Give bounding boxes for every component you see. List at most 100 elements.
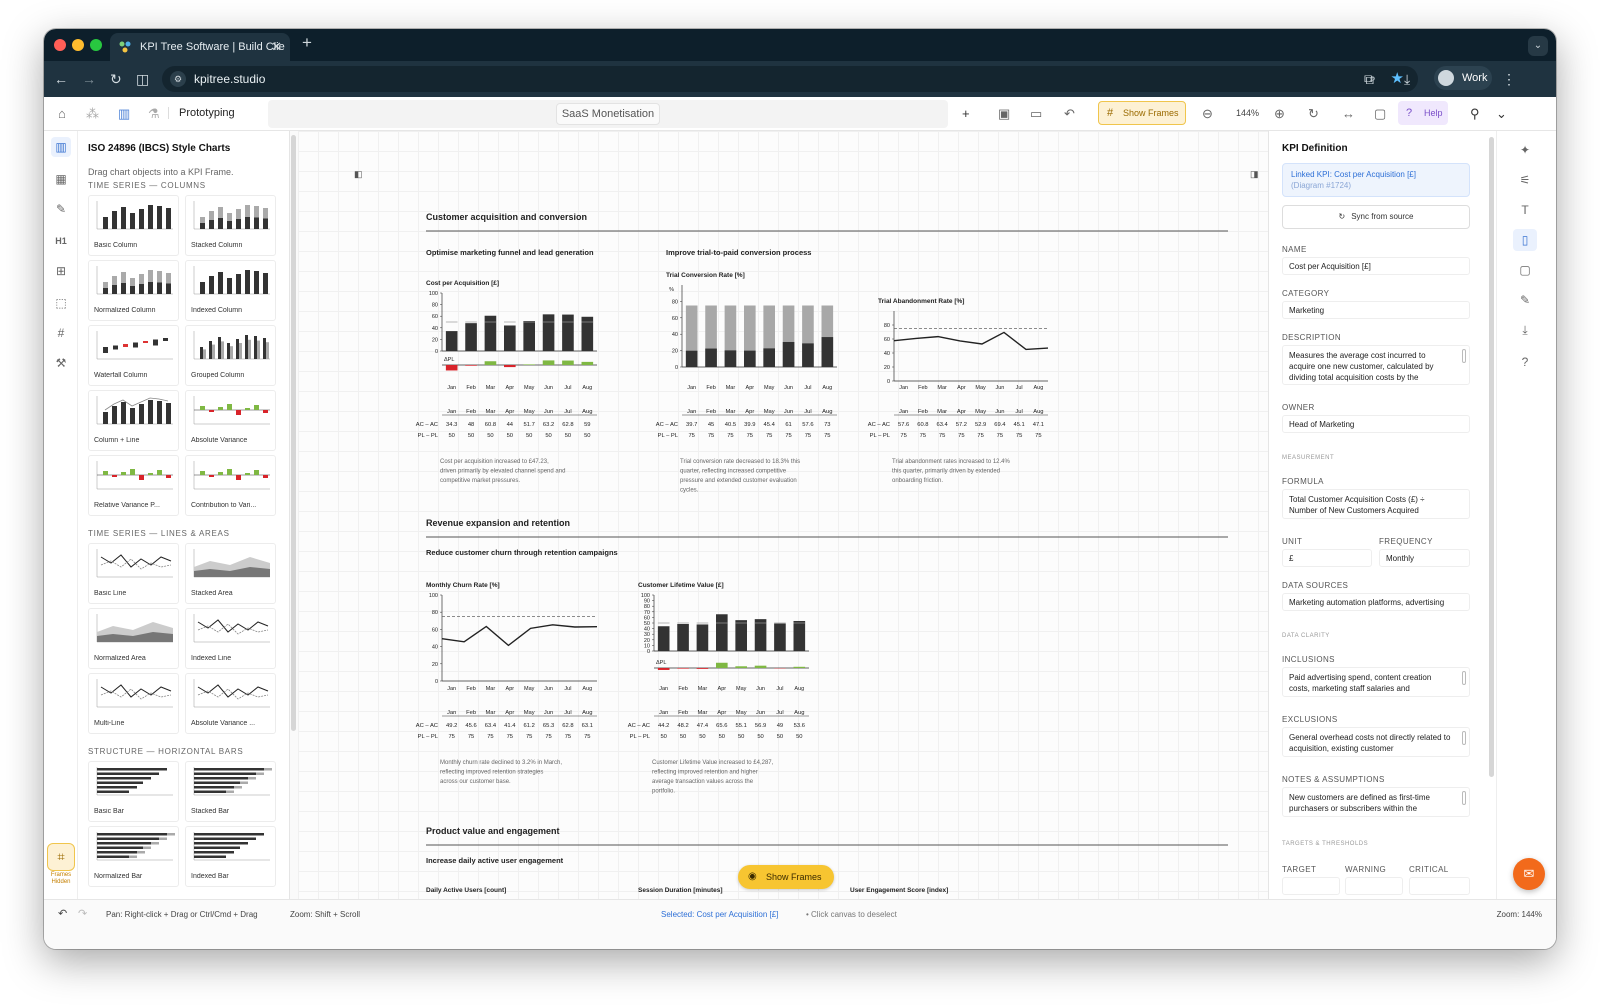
- chart-template-card[interactable]: Indexed Bar: [185, 826, 276, 887]
- panel-scrollbar[interactable]: [1488, 131, 1496, 899]
- chart-template-card[interactable]: Absolute Variance: [185, 390, 276, 451]
- name-field[interactable]: Cost per Acquisition [£]: [1282, 257, 1470, 275]
- comments-panel-icon[interactable]: ✎: [51, 199, 71, 219]
- frame-panel-icon[interactable]: #: [51, 323, 71, 343]
- exclusions-field[interactable]: General overhead costs not directly rela…: [1282, 727, 1470, 757]
- sidebar-toggle-icon[interactable]: ◫: [136, 71, 149, 87]
- new-tab-icon[interactable]: +: [302, 33, 312, 53]
- chart-template-card[interactable]: Column + Line: [88, 390, 179, 451]
- show-frames-button[interactable]: # Show Frames: [1098, 101, 1186, 125]
- grid-panel-icon[interactable]: ⊞: [51, 261, 71, 281]
- chart-template-card[interactable]: Stacked Bar: [185, 761, 276, 822]
- notes-edit-icon[interactable]: ✎: [1513, 289, 1537, 311]
- save-icon[interactable]: ▣: [998, 105, 1010, 123]
- chart-template-card[interactable]: Normalized Area: [88, 608, 179, 669]
- zoom-in-icon[interactable]: ⊕: [1274, 105, 1285, 123]
- chart-template-card[interactable]: Basic Column: [88, 195, 179, 256]
- chart-template-card[interactable]: Multi-Line: [88, 673, 179, 734]
- tree-icon[interactable]: ⁂: [86, 105, 99, 123]
- tools-panel-icon[interactable]: ⚒: [51, 353, 71, 373]
- canvas[interactable]: Customer acquisition and conversion Reven…: [298, 131, 1268, 899]
- chart-template-card[interactable]: Waterfall Column: [88, 325, 179, 386]
- table-panel-icon[interactable]: ▦: [51, 169, 71, 189]
- inclusions-field[interactable]: Paid advertising spend, content creation…: [1282, 667, 1470, 697]
- chart-template-card[interactable]: Normalized Column: [88, 260, 179, 321]
- critical-field[interactable]: [1409, 877, 1470, 895]
- status-undo-icon[interactable]: ↶: [58, 907, 67, 920]
- user-menu-chevron-icon[interactable]: ⌄: [1496, 105, 1507, 123]
- back-icon[interactable]: ←: [54, 71, 68, 87]
- user-icon[interactable]: ⚲: [1470, 105, 1480, 123]
- charts-panel-icon[interactable]: ▥: [51, 137, 71, 157]
- fit-width-icon[interactable]: ↔: [1342, 105, 1355, 123]
- chart-template-card[interactable]: Indexed Column: [185, 260, 276, 321]
- project-name[interactable]: Prototyping: [168, 107, 235, 119]
- ai-sparkle-icon[interactable]: ✦: [1513, 139, 1537, 161]
- site-info-icon[interactable]: ⚙: [170, 71, 186, 87]
- home-icon[interactable]: ⌂: [58, 105, 66, 123]
- comment-icon[interactable]: ▢: [1513, 259, 1537, 281]
- chart-template-card[interactable]: Contribution to Vari...: [185, 455, 276, 516]
- tab-search-icon[interactable]: ⌄: [1528, 36, 1548, 56]
- formula-field[interactable]: Total Customer Acquisition Costs (£) ÷ N…: [1282, 489, 1470, 519]
- chart-template-card[interactable]: Stacked Column: [185, 195, 276, 256]
- status-redo-icon[interactable]: ↷: [78, 907, 87, 920]
- profile-button[interactable]: Work: [1434, 66, 1492, 90]
- notes-field[interactable]: New customers are defined as first-time …: [1282, 787, 1470, 817]
- frequency-select[interactable]: Monthly: [1379, 549, 1470, 567]
- kpi-definition-book-icon[interactable]: ▯: [1513, 229, 1537, 251]
- forward-icon[interactable]: →: [82, 71, 96, 87]
- settings-sliders-icon[interactable]: ⚟: [1513, 169, 1537, 191]
- chart-template-card[interactable]: Absolute Variance ...: [185, 673, 276, 734]
- linked-kpi-box[interactable]: Linked KPI: Cost per Acquisition [£] (Dia…: [1282, 163, 1470, 197]
- category-field[interactable]: Marketing: [1282, 301, 1470, 319]
- flask-icon[interactable]: ⚗: [148, 105, 160, 123]
- layout-panel-icon[interactable]: ⬚: [51, 293, 71, 313]
- chart-template-card[interactable]: Relative Variance P...: [88, 455, 179, 516]
- help-circle-icon[interactable]: ?: [1513, 351, 1537, 373]
- browser-tab[interactable]: KPI Tree Software | Build Clie ✕: [110, 33, 290, 61]
- owner-field[interactable]: Head of Marketing: [1282, 415, 1470, 433]
- library-scrollbar[interactable]: [290, 131, 298, 899]
- reload-icon[interactable]: ↻: [110, 71, 122, 87]
- open-folder-icon[interactable]: ▭: [1030, 105, 1042, 123]
- target-field[interactable]: [1282, 877, 1340, 895]
- sync-from-source-button[interactable]: ↻ Sync from source: [1282, 205, 1470, 229]
- description-field[interactable]: Measures the average cost incurred to ac…: [1282, 345, 1470, 385]
- floating-show-frames-button[interactable]: ◉ Show Frames: [738, 865, 834, 889]
- undo-icon[interactable]: ↶: [1064, 105, 1075, 123]
- unit-field[interactable]: £: [1282, 549, 1372, 567]
- chart-template-card[interactable]: Normalized Bar: [88, 826, 179, 887]
- browser-menu-icon[interactable]: ⋮: [1502, 71, 1516, 87]
- chart-template-card[interactable]: Indexed Line: [185, 608, 276, 669]
- zoom-out-icon[interactable]: ⊖: [1202, 105, 1213, 123]
- extensions-icon[interactable]: ⧉: [1364, 71, 1374, 87]
- chart-template-card[interactable]: Basic Line: [88, 543, 179, 604]
- reset-zoom-icon[interactable]: ↻: [1308, 105, 1319, 123]
- y-tick-label: 70: [644, 610, 650, 616]
- chart-template-card[interactable]: Basic Bar: [88, 761, 179, 822]
- export-download-icon[interactable]: ⤓: [1513, 319, 1537, 341]
- close-window-button[interactable]: [54, 39, 66, 51]
- text-icon[interactable]: T: [1513, 199, 1537, 221]
- chart-mode-icon[interactable]: ▥: [118, 105, 130, 123]
- add-icon[interactable]: +: [962, 105, 970, 123]
- chart-template-card[interactable]: Stacked Area: [185, 543, 276, 604]
- chat-support-button[interactable]: ✉: [1513, 858, 1545, 890]
- bookmark-star-icon[interactable]: ★: [1391, 69, 1404, 87]
- table-cell: 50: [526, 433, 532, 439]
- url-field[interactable]: ⚙ kpitree.studio ⌕ ★: [162, 66, 1418, 92]
- close-tab-icon[interactable]: ✕: [271, 33, 282, 61]
- document-name[interactable]: SaaS Monetisation: [556, 103, 660, 125]
- minimize-window-button[interactable]: [72, 39, 84, 51]
- zoom-hint: Zoom: Shift + Scroll: [290, 910, 361, 919]
- downloads-icon[interactable]: ⤓: [1404, 71, 1410, 87]
- maximize-window-button[interactable]: [90, 39, 102, 51]
- heading-panel-icon[interactable]: H1: [51, 231, 71, 251]
- fullscreen-icon[interactable]: ▢: [1374, 105, 1386, 123]
- chart-template-card[interactable]: Grouped Column: [185, 325, 276, 386]
- help-button[interactable]: ? Help: [1398, 101, 1448, 125]
- data-sources-field[interactable]: Marketing automation platforms, advertis…: [1282, 593, 1470, 611]
- frames-toggle[interactable]: ⌗ Frames Hidden: [47, 843, 75, 891]
- warning-field[interactable]: [1345, 877, 1403, 895]
